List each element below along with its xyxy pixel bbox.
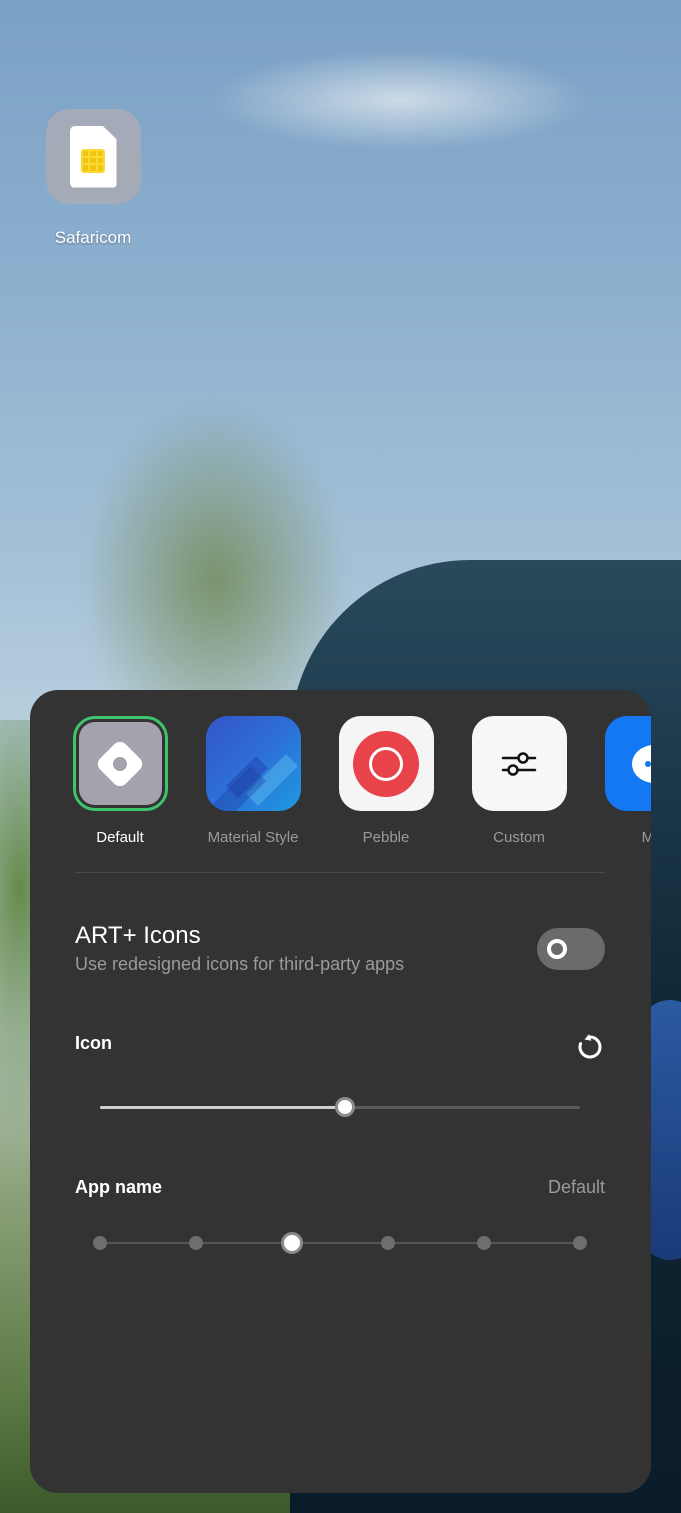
style-caption: Default	[96, 829, 144, 846]
app-name-label: App name	[75, 1177, 163, 1197]
icon-style-carousel[interactable]: Default Material Style Pebble Custom M	[70, 716, 651, 856]
app-icon-tile[interactable]	[45, 109, 141, 204]
style-caption: Custom	[493, 829, 545, 846]
style-caption: Material Style	[207, 829, 299, 846]
step-dot[interactable]	[93, 1236, 107, 1250]
slider-thumb[interactable]	[334, 1097, 355, 1117]
pebble-style-icon	[338, 716, 434, 811]
art-plus-toggle[interactable]	[537, 928, 605, 970]
icon-size-slider[interactable]	[100, 1097, 580, 1117]
default-style-icon	[72, 716, 168, 811]
material-style-icon	[205, 716, 301, 811]
style-option-pebble[interactable]: Pebble	[336, 716, 436, 846]
app-name-value: Default	[547, 1177, 605, 1197]
message-icon	[604, 716, 651, 811]
step-dot[interactable]	[381, 1236, 395, 1250]
toggle-knob	[547, 939, 567, 959]
art-plus-title: ART+ Icons	[75, 922, 201, 949]
sliders-icon	[471, 716, 567, 811]
step-dot[interactable]	[189, 1236, 203, 1250]
home-app-safaricom[interactable]: Safaricom	[45, 109, 141, 248]
app-name-step-slider[interactable]	[93, 1232, 587, 1254]
style-caption: Pebble	[362, 829, 410, 846]
step-dot[interactable]	[573, 1236, 587, 1250]
style-option-material[interactable]: Material Style	[203, 716, 303, 846]
step-dot[interactable]	[281, 1232, 303, 1254]
style-option-message[interactable]: Me	[602, 716, 651, 846]
sim-card-icon	[69, 125, 117, 188]
art-plus-description: Use redesigned icons for third-party app…	[75, 954, 405, 974]
style-option-custom[interactable]: Custom	[469, 716, 569, 846]
sim-chip	[81, 148, 105, 173]
slider-fill	[100, 1106, 345, 1109]
app-label: Safaricom	[54, 228, 132, 247]
style-caption: Me	[641, 829, 651, 846]
divider	[75, 872, 605, 873]
step-dot[interactable]	[477, 1236, 491, 1250]
icon-style-panel: Default Material Style Pebble Custom M A…	[30, 690, 651, 1493]
reset-icon[interactable]	[577, 1034, 603, 1060]
style-option-default[interactable]: Default	[70, 716, 170, 846]
icon-size-label: Icon	[75, 1033, 113, 1053]
